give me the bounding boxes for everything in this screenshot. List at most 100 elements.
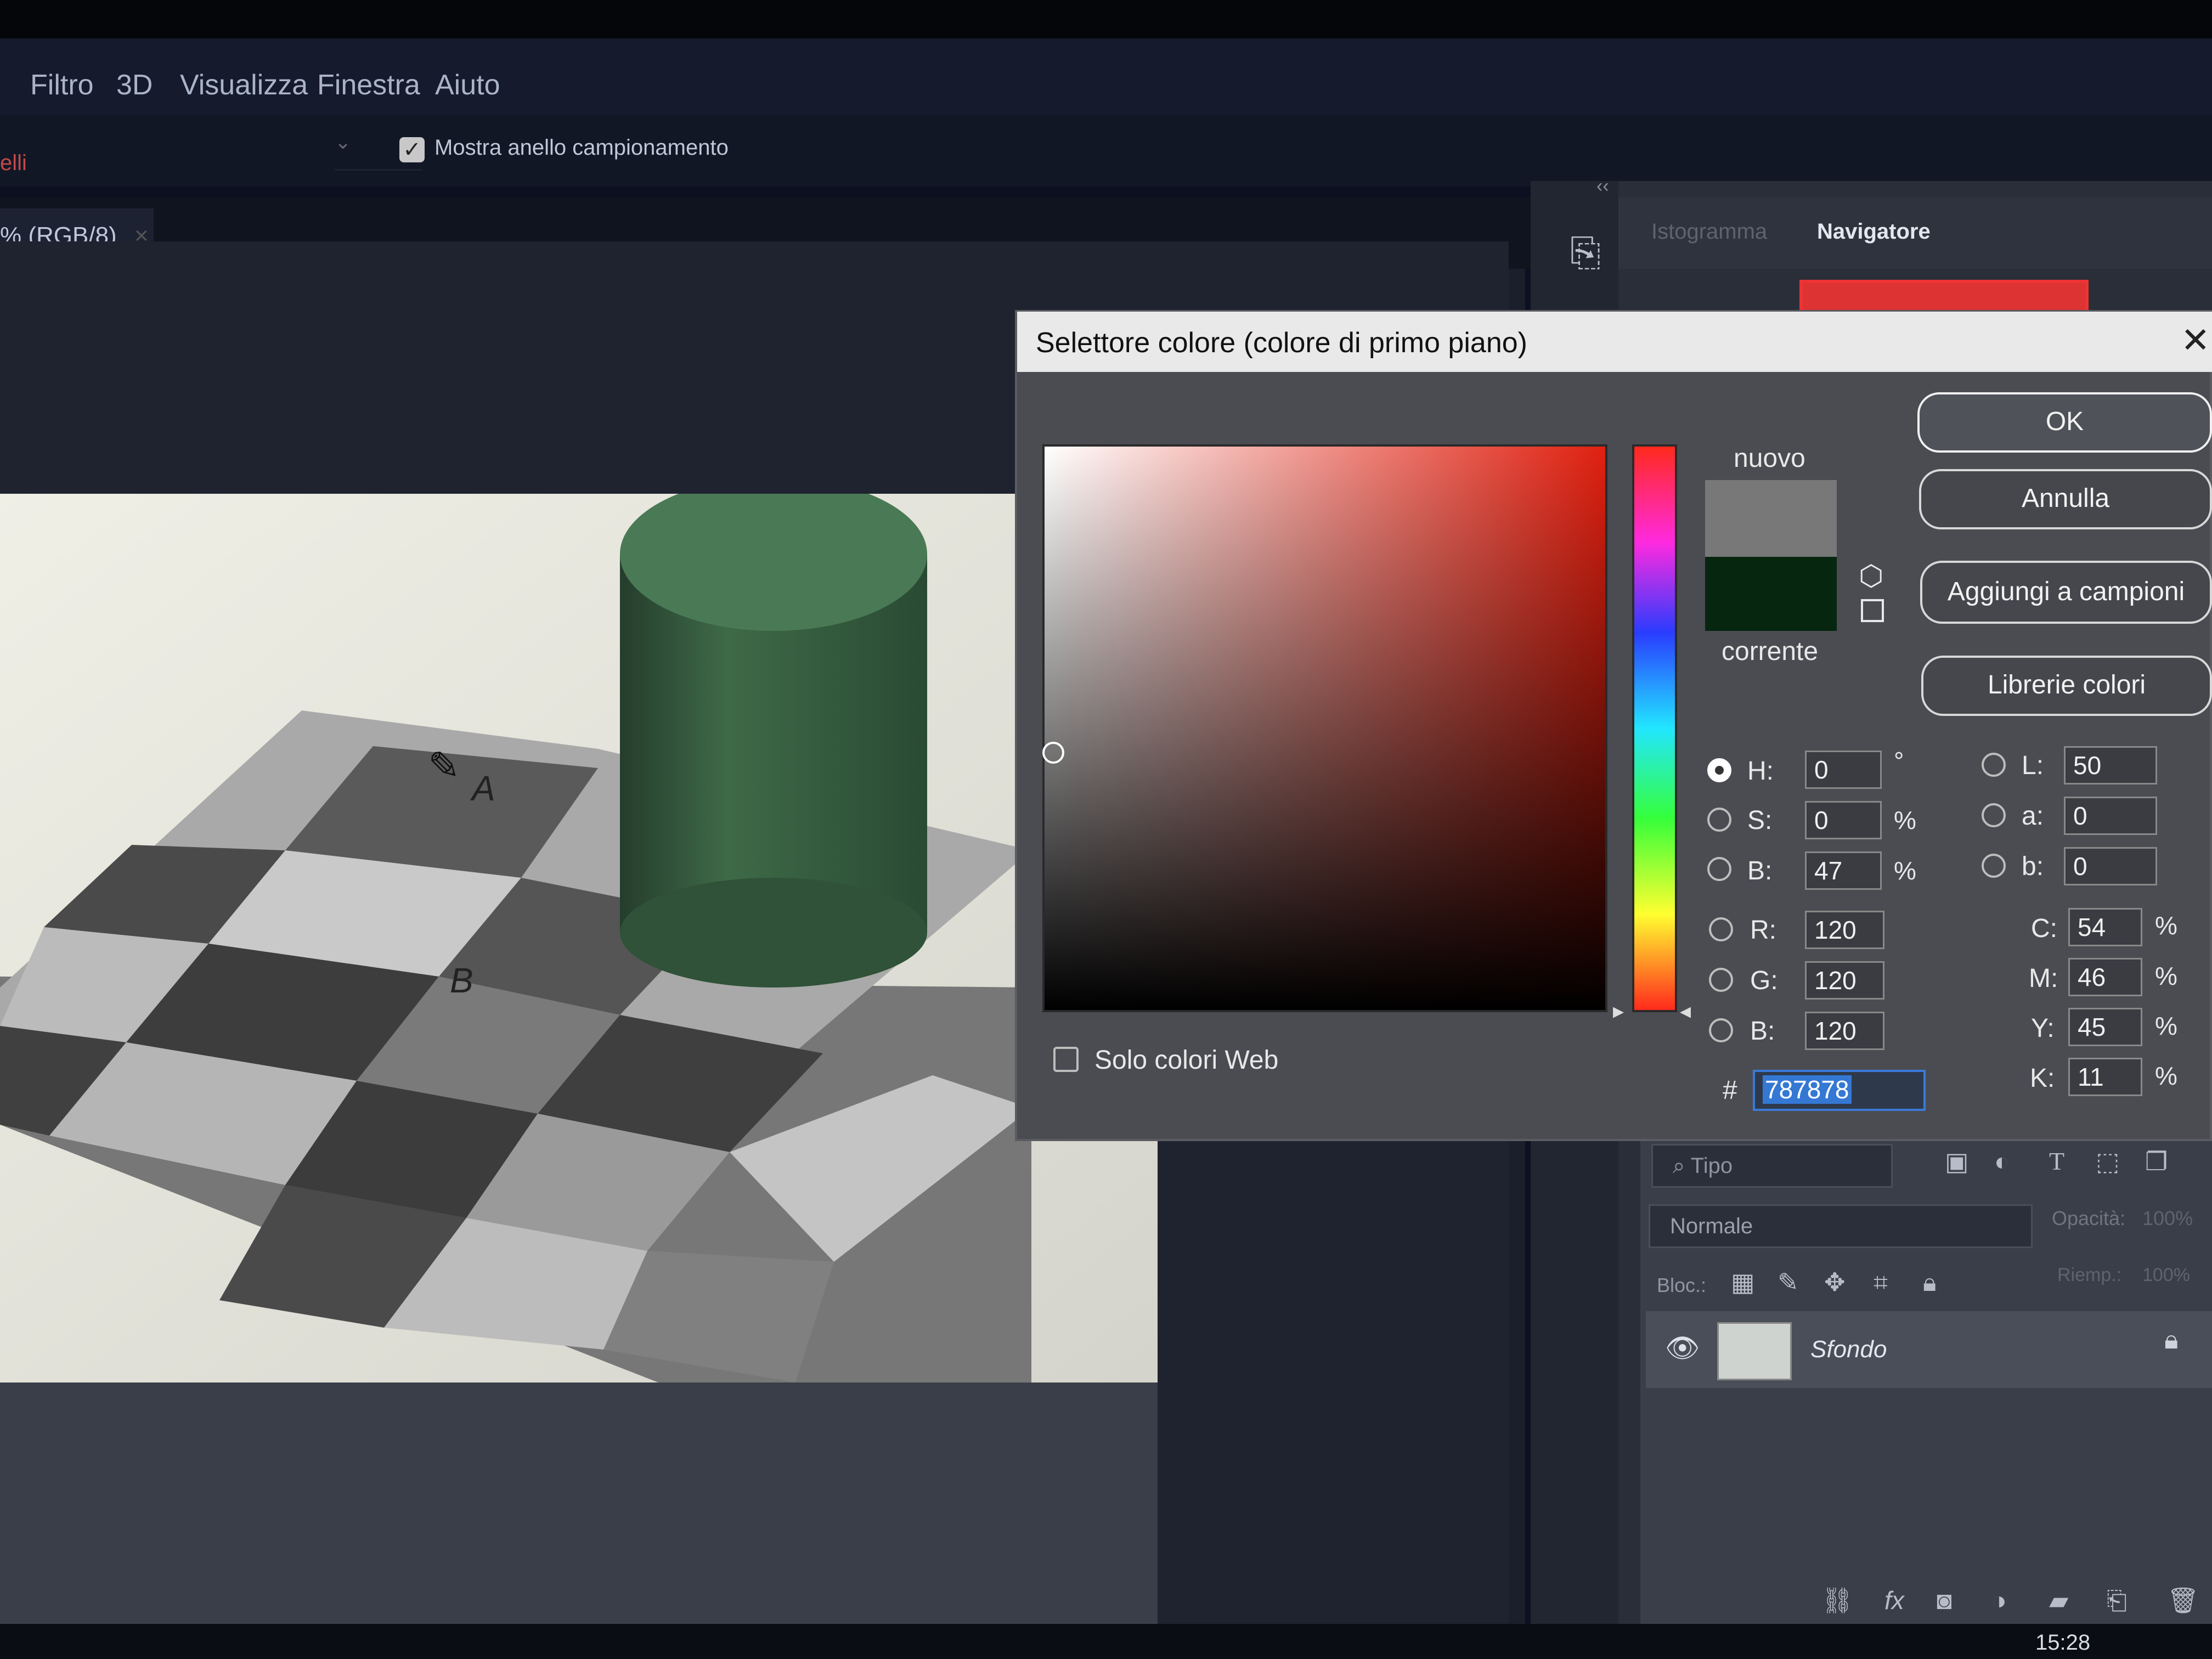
fill-value[interactable]: 100% bbox=[2142, 1265, 2190, 1286]
lock-all-icon[interactable]: 🔒︎ bbox=[1923, 1267, 1936, 1298]
menu-filtro[interactable]: Filtro bbox=[30, 69, 94, 101]
add-to-swatches-button[interactable]: Aggiungi a campioni bbox=[1920, 561, 2212, 624]
radio-saturation[interactable] bbox=[1707, 808, 1731, 832]
brightness-field[interactable]: 47 bbox=[1805, 851, 1882, 890]
fill-label: Riemp.: bbox=[2057, 1265, 2122, 1285]
lock-position-move-icon[interactable]: ✥ bbox=[1824, 1267, 1846, 1297]
saturation-label: S: bbox=[1747, 806, 1773, 835]
green-label: G: bbox=[1750, 966, 1778, 995]
lock-artboard-icon[interactable]: ⌗ bbox=[1874, 1267, 1888, 1298]
hue-slider-left-arrow-icon[interactable]: ▸ bbox=[1613, 998, 1624, 1024]
web-colors-only-checkbox[interactable] bbox=[1053, 1047, 1079, 1072]
yellow-field[interactable]: 45 bbox=[2068, 1008, 2142, 1046]
new-layer-icon[interactable]: ⎗ bbox=[2107, 1585, 2127, 1616]
hue-field[interactable]: 0 bbox=[1805, 751, 1882, 789]
link-layers-icon[interactable]: ⛓ bbox=[1821, 1585, 1853, 1616]
close-icon[interactable]: ✕ bbox=[2181, 320, 2210, 361]
search-icon: ⌕ bbox=[1673, 1154, 1691, 1178]
canvas-lower-area bbox=[0, 1383, 1158, 1635]
current-color-swatch[interactable] bbox=[1705, 557, 1837, 631]
sample-ring-label: Mostra anello campionamento bbox=[435, 136, 729, 160]
menu-visualizza[interactable]: Visualizza bbox=[180, 69, 308, 101]
cyan-unit: % bbox=[2155, 911, 2177, 940]
hue-unit: ° bbox=[1894, 747, 1904, 775]
type-filter-icon[interactable]: T bbox=[2049, 1147, 2064, 1176]
dialog-title: Selettore colore (colore di primo piano) bbox=[1036, 327, 1527, 359]
lab-a-field[interactable]: 0 bbox=[2064, 797, 2157, 835]
menu-aiuto[interactable]: Aiuto bbox=[435, 69, 500, 101]
delete-layer-trash-icon[interactable]: 🗑︎ bbox=[2167, 1585, 2199, 1616]
sample-ring-checkbox[interactable]: ✓ bbox=[399, 137, 425, 162]
hex-field[interactable]: 787878 bbox=[1753, 1070, 1926, 1111]
visibility-eye-icon[interactable]: 👁︎ bbox=[1665, 1332, 1700, 1364]
document-image[interactable]: ✎ A B bbox=[0, 494, 1158, 1383]
menu-finestra[interactable]: Finestra bbox=[317, 69, 420, 101]
ok-button[interactable]: OK bbox=[1917, 392, 2212, 453]
hue-label: H: bbox=[1747, 757, 1774, 786]
blue-field[interactable]: 120 bbox=[1805, 1012, 1884, 1050]
blue-label: B: bbox=[1750, 1017, 1775, 1046]
red-label: R: bbox=[1750, 916, 1776, 945]
layer-style-fx-icon[interactable]: fx bbox=[1884, 1585, 1904, 1615]
lab-b-field[interactable]: 0 bbox=[2064, 847, 2157, 885]
new-adjustment-icon[interactable]: ◑ bbox=[1991, 1585, 2007, 1615]
color-libraries-button[interactable]: Librerie colori bbox=[1921, 656, 2212, 716]
hue-slider[interactable] bbox=[1632, 444, 1677, 1012]
smart-object-filter-icon[interactable]: ❐ bbox=[2145, 1147, 2168, 1176]
magenta-label: M: bbox=[2029, 964, 2058, 993]
yellow-label: Y: bbox=[2031, 1014, 2055, 1043]
magenta-field[interactable]: 46 bbox=[2068, 958, 2142, 996]
out-of-gamut-cube-icon[interactable]: ⬡ bbox=[1859, 560, 1883, 592]
square-label-b: B bbox=[450, 961, 473, 1000]
color-field-marker[interactable] bbox=[1042, 742, 1064, 764]
cyan-label: C: bbox=[2031, 914, 2057, 943]
radio-red[interactable] bbox=[1709, 917, 1733, 941]
hue-slider-right-arrow-icon[interactable]: ◂ bbox=[1680, 998, 1691, 1024]
brightness-unit: % bbox=[1894, 856, 1916, 885]
add-mask-icon[interactable]: ◙ bbox=[1937, 1585, 1952, 1615]
tab-istogramma[interactable]: Istogramma bbox=[1651, 219, 1767, 244]
blend-mode-dropdown[interactable]: Normale bbox=[1649, 1204, 2033, 1248]
checker-illusion-image: ✎ bbox=[0, 494, 1158, 1383]
black-field[interactable]: 11 bbox=[2068, 1058, 2142, 1096]
layer-name[interactable]: Sfondo bbox=[1810, 1336, 1887, 1363]
saturation-field[interactable]: 0 bbox=[1805, 801, 1882, 839]
menu-3d[interactable]: 3D bbox=[116, 69, 153, 101]
sample-size-dropdown[interactable]: elli bbox=[0, 151, 27, 176]
new-group-folder-icon[interactable]: ▰ bbox=[2049, 1585, 2068, 1615]
pixel-filter-icon[interactable]: ▣ bbox=[1945, 1147, 1968, 1176]
green-field[interactable]: 120 bbox=[1805, 961, 1884, 1000]
saturation-unit: % bbox=[1894, 806, 1916, 834]
lab-b-label: b: bbox=[2022, 852, 2044, 881]
radio-lightness[interactable] bbox=[1982, 753, 2006, 777]
radio-lab-a[interactable] bbox=[1982, 803, 2006, 827]
radio-brightness[interactable] bbox=[1707, 857, 1731, 881]
layer-lock-icon: 🔒︎ bbox=[2164, 1325, 2179, 1355]
lab-l-label: L: bbox=[2022, 751, 2044, 780]
tab-navigatore[interactable]: Navigatore bbox=[1817, 219, 1931, 244]
cyan-field[interactable]: 54 bbox=[2068, 908, 2142, 946]
opacity-value[interactable]: 100% bbox=[2142, 1207, 2193, 1230]
adjustment-filter-icon[interactable]: ◐ bbox=[1994, 1147, 2010, 1176]
web-safe-square-icon[interactable] bbox=[1861, 599, 1884, 622]
monitor-bezel bbox=[0, 0, 2212, 38]
layer-filter-input[interactable]: ⌕ Tipo bbox=[1651, 1144, 1893, 1188]
cancel-button[interactable]: Annulla bbox=[1919, 469, 2212, 529]
history-panel-icon[interactable]: ⎘ bbox=[1570, 230, 1601, 275]
yellow-unit: % bbox=[2155, 1012, 2177, 1040]
radio-green[interactable] bbox=[1709, 968, 1733, 992]
radio-lab-b[interactable] bbox=[1982, 854, 2006, 878]
square-label-a: A bbox=[472, 769, 495, 808]
lab-l-field[interactable]: 50 bbox=[2064, 746, 2157, 785]
lock-pixels-brush-icon[interactable]: ✎ bbox=[1778, 1267, 1799, 1297]
red-field[interactable]: 120 bbox=[1805, 911, 1884, 949]
radio-hue[interactable] bbox=[1707, 758, 1731, 782]
radio-blue[interactable] bbox=[1709, 1018, 1733, 1042]
saturation-brightness-field[interactable] bbox=[1042, 444, 1607, 1012]
dock-collapse-icon[interactable]: ‹‹ bbox=[1596, 176, 1609, 197]
brightness-label: B: bbox=[1747, 856, 1773, 885]
hex-value: 787878 bbox=[1763, 1075, 1852, 1104]
lock-transparent-icon[interactable]: ▦ bbox=[1731, 1267, 1754, 1297]
shape-filter-icon[interactable]: ⬚ bbox=[2096, 1147, 2119, 1176]
options-bar bbox=[0, 115, 2212, 187]
